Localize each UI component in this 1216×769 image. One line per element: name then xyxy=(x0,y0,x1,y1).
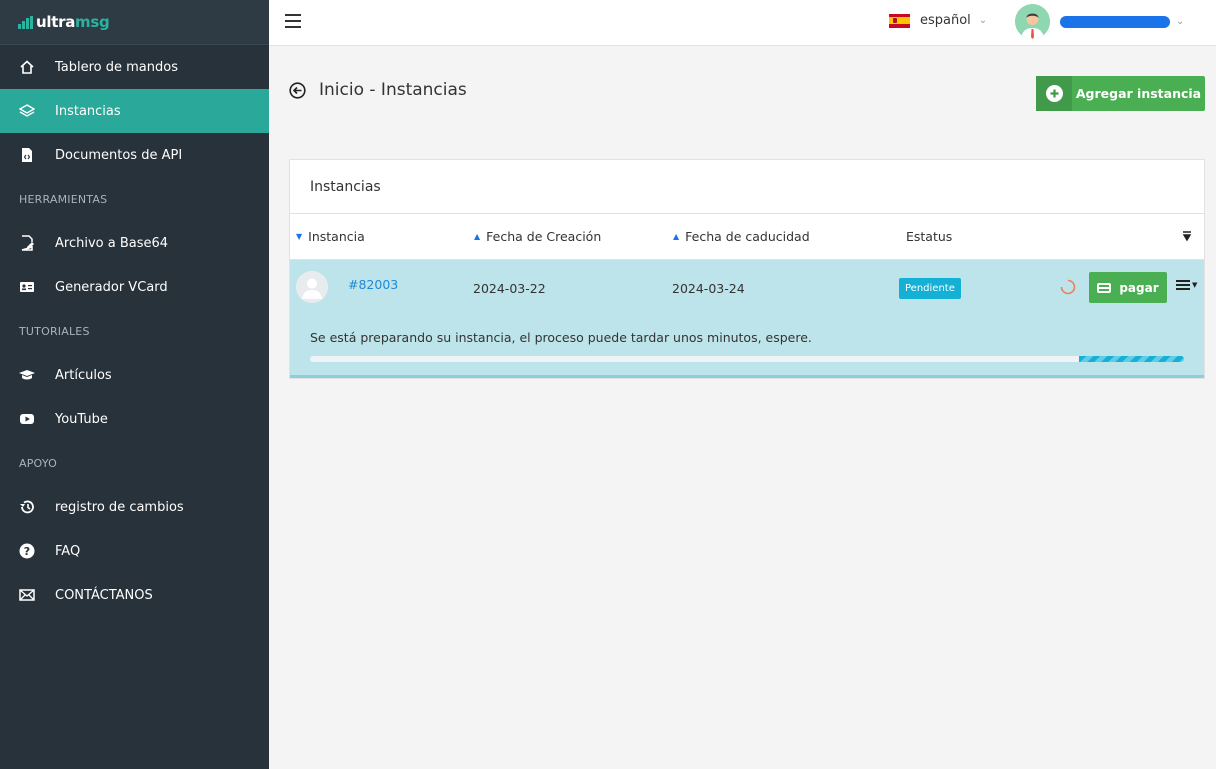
chevron-down-icon: ⌄ xyxy=(978,15,988,26)
code-file-icon xyxy=(18,146,36,164)
language-label: español xyxy=(920,13,971,28)
instance-progress-bar xyxy=(310,356,1184,362)
chevron-down-icon: ⌄ xyxy=(1176,16,1185,27)
topbar: español ⌄ ⌄ xyxy=(269,0,1216,46)
column-header-expires[interactable]: ▲ Fecha de caducidad xyxy=(673,229,810,244)
sort-asc-icon: ▲ xyxy=(474,232,481,241)
pay-button-label: pagar xyxy=(1119,280,1159,295)
section-title-support: APOYO xyxy=(19,456,57,470)
sidebar-item-label: Instancias xyxy=(55,103,121,119)
column-label: Estatus xyxy=(906,229,953,244)
expiry-date: 2024-03-24 xyxy=(672,281,745,296)
instance-avatar xyxy=(296,271,328,303)
column-label: Fecha de Creación xyxy=(486,229,602,244)
layers-icon xyxy=(18,102,36,120)
sidebar-item-articles[interactable]: Artículos xyxy=(0,353,269,397)
sidebar-item-label: Archivo a Base64 xyxy=(55,235,169,251)
sidebar-item-instances[interactable]: Instancias xyxy=(0,89,269,133)
sidebar-item-label: Generador VCard xyxy=(55,279,168,295)
sidebar-item-dashboard[interactable]: Tablero de mandos xyxy=(0,45,269,89)
column-label: Fecha de caducidad xyxy=(685,229,810,244)
user-name-redacted xyxy=(1060,15,1170,28)
section-title-tools: HERRAMIENTAS xyxy=(19,192,108,206)
sidebar: ultramsg Tablero de mandos Instancias Do… xyxy=(0,0,269,769)
sidebar-item-label: Documentos de API xyxy=(55,147,183,163)
avatar xyxy=(1015,4,1050,39)
sort-asc-icon: ▲ xyxy=(673,232,680,241)
table-header: ▼ Instancia ▲ Fecha de Creación ▲ Fecha … xyxy=(290,214,1204,260)
table-row: #82003 2024-03-22 2024-03-24 Pendiente p… xyxy=(290,260,1204,378)
sidebar-item-api-docs[interactable]: Documentos de API xyxy=(0,133,269,177)
instance-id-link[interactable]: #82003 xyxy=(348,277,398,292)
credit-card-icon xyxy=(1097,282,1112,293)
add-instance-button[interactable]: Agregar instancia xyxy=(1036,76,1205,111)
row-actions-menu[interactable]: ▼ xyxy=(1176,280,1197,290)
instance-status-message: Se está preparando su instancia, el proc… xyxy=(310,330,812,345)
user-menu[interactable]: ⌄ xyxy=(1015,4,1184,39)
sidebar-item-label: Tablero de mandos xyxy=(55,59,178,75)
add-instance-label: Agregar instancia xyxy=(1075,86,1202,101)
sidebar-item-label: registro de cambios xyxy=(55,499,184,515)
spain-flag-icon xyxy=(889,13,910,28)
progress-fill xyxy=(1079,356,1184,362)
column-header-created[interactable]: ▲ Fecha de Creación xyxy=(474,229,601,244)
sort-toggle-icon[interactable] xyxy=(1182,231,1192,242)
plus-circle-icon xyxy=(1045,85,1063,102)
section-title-tutorials: TUTORIALES xyxy=(19,324,90,338)
history-icon xyxy=(18,498,36,516)
sidebar-item-faq[interactable]: ? FAQ xyxy=(0,529,269,573)
mail-icon xyxy=(18,586,36,604)
signal-bars-icon xyxy=(18,15,33,29)
sidebar-item-label: CONTÁCTANOS xyxy=(55,587,153,603)
menu-toggle-icon[interactable] xyxy=(285,14,301,28)
column-header-status[interactable]: Estatus xyxy=(906,229,952,244)
pay-button[interactable]: pagar xyxy=(1089,272,1167,303)
file-edit-icon xyxy=(18,234,36,252)
column-header-instance[interactable]: ▼ Instancia xyxy=(296,229,365,244)
panel-title: Instancias xyxy=(290,160,1204,214)
column-label: Instancia xyxy=(308,229,365,244)
sidebar-item-changelog[interactable]: registro de cambios xyxy=(0,485,269,529)
svg-text:?: ? xyxy=(24,545,30,558)
graduation-cap-icon xyxy=(18,366,36,384)
menu-icon xyxy=(1176,280,1190,290)
brand-logo[interactable]: ultramsg xyxy=(0,0,269,45)
brand-name-part2: msg xyxy=(75,13,110,31)
id-card-icon xyxy=(18,278,36,296)
youtube-icon xyxy=(18,410,36,428)
page-header: Inicio - Instancias xyxy=(289,80,467,100)
sort-desc-icon: ▼ xyxy=(296,232,303,241)
sidebar-item-label: FAQ xyxy=(55,543,81,559)
instances-panel: Instancias ▼ Instancia ▲ Fecha de Creaci… xyxy=(289,159,1205,379)
brand-name-part1: ultra xyxy=(36,13,76,31)
sidebar-item-base64[interactable]: Archivo a Base64 xyxy=(0,221,269,265)
created-date: 2024-03-22 xyxy=(473,281,546,296)
sidebar-item-youtube[interactable]: YouTube xyxy=(0,397,269,441)
back-arrow-icon[interactable] xyxy=(289,81,306,99)
language-selector[interactable]: español ⌄ xyxy=(889,13,987,28)
caret-down-icon: ▼ xyxy=(1192,281,1198,289)
status-badge: Pendiente xyxy=(899,278,961,299)
sidebar-item-label: YouTube xyxy=(55,411,108,427)
loading-spinner-icon xyxy=(1060,279,1076,295)
page-title: Inicio - Instancias xyxy=(319,80,467,100)
home-icon xyxy=(18,58,36,76)
sidebar-item-vcard[interactable]: Generador VCard xyxy=(0,265,269,309)
question-icon: ? xyxy=(18,542,36,560)
sidebar-item-contact[interactable]: CONTÁCTANOS xyxy=(0,573,269,617)
sidebar-item-label: Artículos xyxy=(55,367,112,383)
